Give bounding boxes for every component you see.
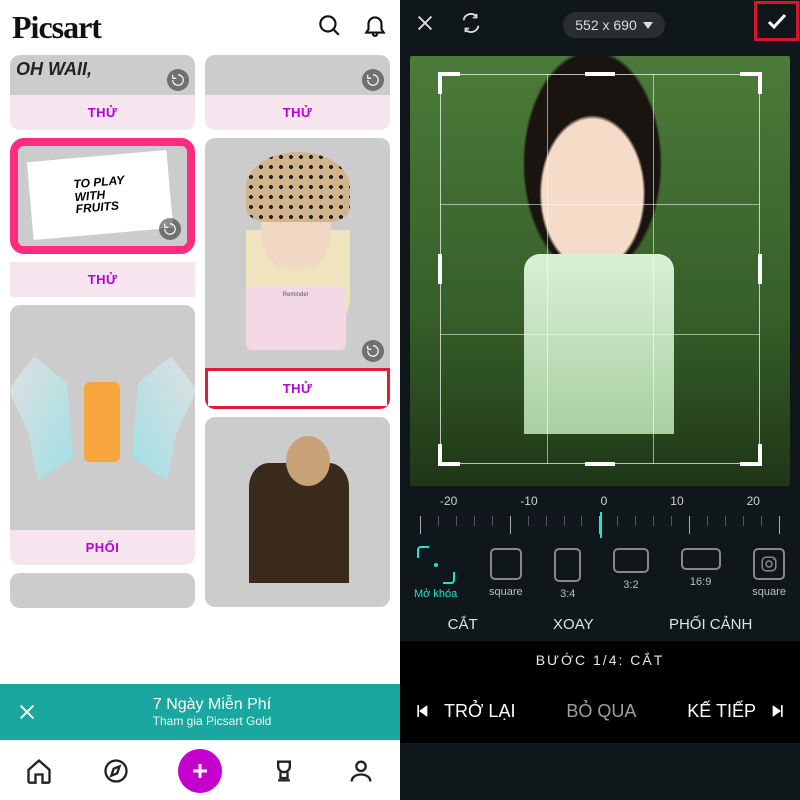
aspect-3-4[interactable]: 3:4 — [554, 548, 581, 600]
create-button[interactable] — [178, 749, 222, 793]
feed-card[interactable]: PHỐI — [10, 305, 195, 565]
skip-button[interactable]: BỎ QUA — [566, 701, 636, 722]
feed-card-featured[interactable]: TO PLAY WITH FRUITS — [10, 138, 195, 254]
gold-promo-banner[interactable]: 7 Ngày Miễn Phí Tham gia Picsart Gold — [0, 684, 400, 740]
crop-handle-bl[interactable] — [438, 444, 460, 466]
feed-card[interactable]: Reminder THỬ — [205, 138, 390, 409]
card-overlay-text: OH WAII, — [16, 59, 92, 80]
try-button[interactable]: THỬ — [10, 262, 195, 297]
home-header: Picsart — [0, 0, 400, 55]
promo-subtitle: Tham gia Picsart Gold — [54, 714, 370, 728]
crop-canvas[interactable] — [410, 56, 790, 486]
search-icon[interactable] — [316, 12, 342, 43]
mix-button[interactable]: PHỐI — [10, 530, 195, 565]
ruler-tick-label: -20 — [440, 494, 457, 508]
replay-icon[interactable] — [362, 340, 384, 362]
crop-handle-left[interactable] — [438, 254, 442, 284]
step-indicator: BƯỚC 1/4: CẮT — [400, 641, 800, 679]
feed-card[interactable]: THỬ — [205, 55, 390, 130]
crop-frame[interactable] — [440, 74, 760, 464]
tab-perspective[interactable]: PHỐI CẢNH — [669, 616, 752, 633]
nav-profile-icon[interactable] — [346, 756, 376, 786]
tab-rotate[interactable]: XOAY — [553, 616, 594, 633]
replay-icon[interactable] — [167, 69, 189, 91]
crop-handle-bottom[interactable] — [585, 462, 615, 466]
try-button-highlighted[interactable]: THỬ — [205, 368, 390, 409]
reminder-sticker: Reminder — [246, 286, 346, 350]
ruler-pointer[interactable] — [600, 512, 602, 538]
ruler-tick-label: 10 — [670, 494, 683, 508]
replay-icon[interactable] — [159, 218, 181, 240]
aspect-3-2[interactable]: 3:2 — [613, 548, 649, 600]
picsart-logo: Picsart — [12, 9, 101, 46]
crop-handle-tl[interactable] — [438, 72, 460, 94]
close-icon[interactable] — [0, 701, 54, 723]
bell-icon[interactable] — [362, 12, 388, 43]
ruler-tick-label: 20 — [747, 494, 760, 508]
crop-handle-top[interactable] — [585, 72, 615, 76]
close-icon[interactable] — [414, 12, 436, 39]
card-overlay-text: TO PLAY WITH FRUITS — [73, 174, 127, 216]
aspect-16-9[interactable]: 16:9 — [681, 548, 721, 600]
promo-title: 7 Ngày Miễn Phí — [54, 696, 370, 714]
bottom-nav — [0, 740, 400, 800]
next-button[interactable]: KẾ TIẾP — [687, 701, 786, 722]
crop-handle-right[interactable] — [758, 254, 762, 284]
tab-crop[interactable]: CẮT — [448, 616, 478, 633]
feed-card[interactable]: OH WAII, THỬ — [10, 55, 195, 130]
aspect-square[interactable]: square — [489, 548, 523, 600]
nav-home-icon[interactable] — [24, 756, 54, 786]
crop-handle-tr[interactable] — [740, 72, 762, 94]
nav-challenges-icon[interactable] — [269, 756, 299, 786]
straighten-ruler[interactable]: -20 -10 0 10 20 — [400, 494, 800, 544]
prev-button[interactable]: TRỞ LẠI — [414, 701, 515, 722]
apply-button[interactable] — [754, 1, 799, 41]
feed-card[interactable] — [10, 573, 195, 608]
try-button[interactable]: THỬ — [10, 95, 195, 130]
aspect-instagram[interactable]: square — [752, 548, 786, 600]
editor-topbar: 552 x 690 — [400, 0, 800, 50]
crop-handle-br[interactable] — [740, 444, 762, 466]
picsart-home-screen: Picsart OH WAII, THỬ TO PLAY WITH FRUITS… — [0, 0, 400, 800]
reset-icon[interactable] — [460, 12, 482, 39]
tool-tabs: CẮT XOAY PHỐI CẢNH — [400, 602, 800, 641]
dimensions-value: 552 x 690 — [575, 17, 637, 33]
feed-card[interactable] — [205, 417, 390, 607]
aspect-free[interactable]: Mở khóa — [414, 548, 457, 600]
dimensions-dropdown[interactable]: 552 x 690 — [563, 12, 665, 38]
crop-editor-screen: 552 x 690 -20 -10 0 10 20 — [400, 0, 800, 800]
replay-icon[interactable] — [362, 69, 384, 91]
aspect-ratio-row: Mở khóa square 3:4 3:2 16:9 square — [400, 544, 800, 602]
wizard-nav: TRỞ LẠI BỎ QUA KẾ TIẾP — [400, 679, 800, 743]
try-button[interactable]: THỬ — [205, 95, 390, 130]
ruler-tick-label: 0 — [601, 494, 608, 508]
ruler-tick-label: -10 — [520, 494, 537, 508]
nav-explore-icon[interactable] — [101, 756, 131, 786]
